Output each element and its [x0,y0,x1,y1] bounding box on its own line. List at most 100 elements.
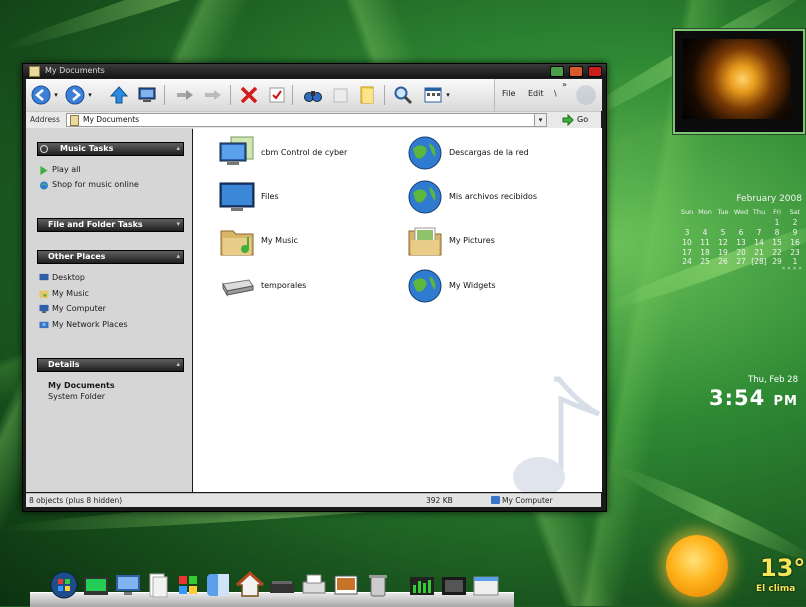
other-places-header[interactable]: Other Places ▴ [37,250,184,264]
pictures-folder-icon [408,227,442,256]
go-button[interactable]: Go [562,113,598,126]
folder-icon [70,115,79,126]
media-center-icon[interactable] [82,571,110,599]
delete-x-icon [240,86,258,104]
minimize-button[interactable] [550,66,564,77]
place-desktop-link[interactable]: Desktop [52,273,85,282]
maximize-button[interactable] [569,66,583,77]
equalizer-icon[interactable] [408,571,436,599]
place-network-link[interactable]: My Network Places [52,320,128,329]
windows-logo-icon [576,85,596,105]
status-object-count: 8 objects (plus 8 hidden) [29,496,123,505]
binoculars-icon [304,91,322,102]
calendar-widget: February 2008 Sun Mon Tue Wed Thu Fri Sa… [678,194,804,274]
folders-button[interactable] [330,84,352,106]
folder-options-button[interactable] [356,84,378,106]
collapse-chevron-icon: ▴ [176,360,180,368]
copy-to-button[interactable] [202,84,224,106]
menu-file[interactable]: File [502,89,515,98]
sun-icon [666,535,728,597]
file-item[interactable]: Files [219,179,399,215]
views-dropdown[interactable]: ▾ [444,84,452,106]
magnify-button[interactable] [392,84,414,106]
status-bar: 8 objects (plus 8 hidden) 392 KB My Comp… [26,493,601,507]
monitor-icon [219,182,255,211]
place-my-music-link[interactable]: My Music [52,289,89,298]
computer-button[interactable] [136,84,158,106]
globe-icon [408,136,442,170]
collapse-chevron-icon: ▴ [176,144,180,152]
movie-icon[interactable] [440,571,468,599]
title-bar[interactable]: My Documents [23,64,606,78]
forward-button[interactable] [64,84,86,106]
views-grid-icon [424,87,442,103]
calendar-month: February 2008 [736,194,802,204]
address-input[interactable]: My Documents ▾ [66,113,547,127]
globe-icon [408,269,442,303]
file-item[interactable]: My Music [219,223,399,259]
back-button[interactable] [30,84,52,106]
monitor-icon[interactable] [114,571,142,599]
weather-widget[interactable]: 13° El clima [656,527,806,606]
views-button[interactable] [422,84,444,106]
music-note-watermark-icon [513,376,601,492]
calendar-nav[interactable]: « « » » [782,265,802,272]
file-item[interactable]: My Pictures [407,223,587,259]
back-dropdown[interactable]: ▾ [52,84,60,106]
toolbar: ▾ ▾ ▾ File Edit \ » [26,79,602,111]
up-button[interactable] [108,84,130,106]
printer-icon[interactable] [300,571,328,599]
photos-icon[interactable] [332,571,360,599]
address-dropdown[interactable]: ▾ [534,114,546,126]
clock-widget: Thu, Feb 28 3:54 PM [700,375,800,415]
computer-icon [491,496,500,504]
menu-edit[interactable]: Edit [528,89,544,98]
documents-icon[interactable] [144,571,172,599]
file-folder-tasks-header[interactable]: File and Folder Tasks ▾ [37,218,184,232]
shop-music-link[interactable]: Shop for music online [52,180,139,189]
play-all-link[interactable]: Play all [52,165,81,174]
clock-time: 3:54 PM [708,386,798,410]
home-icon[interactable] [236,571,264,599]
undo-button[interactable] [266,84,288,106]
window-manager-icon[interactable] [472,571,500,599]
window-title: My Documents [45,66,105,75]
file-item[interactable]: temporales [219,268,399,304]
recycle-bin-icon[interactable] [364,571,392,599]
music-tasks-header[interactable]: Music Tasks ▴ [37,142,184,156]
notes-folder-icon [360,86,374,104]
details-name: My Documents [48,381,115,390]
calendar-today[interactable]: [28] [750,257,768,266]
details-header[interactable]: Details ▴ [37,358,184,372]
drive-icon [222,279,254,297]
menu-overflow[interactable]: \ [554,89,557,98]
place-my-computer-link[interactable]: My Computer [52,304,106,313]
monitor-icon [219,136,254,165]
file-item[interactable]: Descargas de la red [407,135,587,171]
start-orb-icon[interactable] [50,571,78,599]
calendar-week-row: 3 4 5 6 7 8 9 [684,228,798,237]
forward-dropdown[interactable]: ▾ [86,84,94,106]
search-button[interactable] [302,84,324,106]
task-pane: Music Tasks ▴ Play all Shop for music on… [26,128,192,492]
collapse-chevron-icon: ▴ [176,252,180,260]
delete-button[interactable] [238,84,260,106]
computer-icon [39,304,49,313]
file-item[interactable]: Mis archivos recibidos [407,179,587,215]
file-item[interactable]: cbm Control de cyber [219,135,399,171]
file-item[interactable]: My Widgets [407,268,587,304]
go-arrow-icon [562,113,574,126]
finder-icon[interactable] [204,571,232,599]
menu-more-chevron[interactable]: » [562,80,567,89]
windows-flag-icon[interactable] [174,571,202,599]
photo-widget[interactable] [673,29,805,134]
file-view: cbm Control de cyber Descargas de la red… [193,128,602,492]
music-folder-icon [39,290,49,298]
close-button[interactable] [588,66,602,77]
address-label: Address [30,115,60,124]
clock-ampm: PM [773,394,798,409]
details-type: System Folder [48,392,106,401]
move-to-button[interactable] [174,84,196,106]
scanner-icon[interactable] [268,571,296,599]
menu-bar: File Edit \ » [494,79,602,111]
